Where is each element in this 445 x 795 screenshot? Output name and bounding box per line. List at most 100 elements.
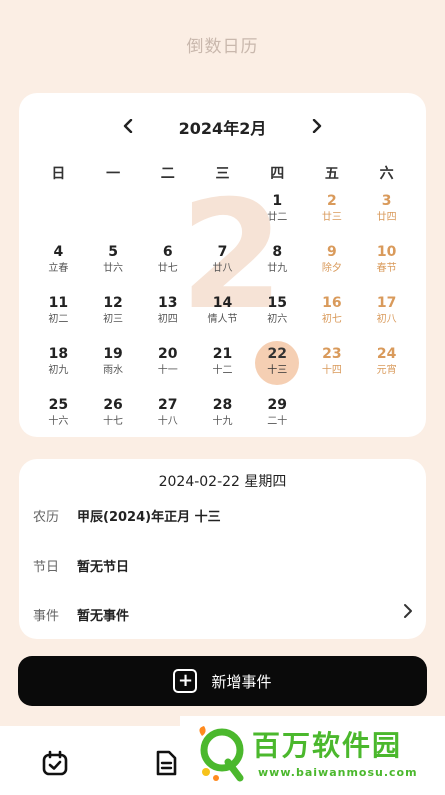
day-cell[interactable]: 8 廿九 <box>250 242 305 293</box>
weekday-label: 三 <box>215 166 230 182</box>
day-number: 26 <box>103 397 123 413</box>
day-cell[interactable]: 29 二十 <box>250 395 305 437</box>
lunar-date: 春节 <box>376 263 397 274</box>
day-number: 14 <box>212 295 233 311</box>
calendar-check-icon <box>42 750 68 776</box>
lunar-date: 初七 <box>321 314 342 325</box>
day-cell[interactable]: 27 十八 <box>140 395 195 437</box>
tab-notes[interactable] <box>151 748 181 778</box>
day-number: 6 <box>162 244 173 260</box>
holiday-label: 节日 <box>33 560 60 575</box>
day-cell[interactable]: 23 十四 <box>305 344 360 395</box>
lunar-date: 廿四 <box>376 212 397 223</box>
weekday-label: 四 <box>270 166 285 182</box>
add-event-button[interactable]: + 新增事件 <box>18 656 427 706</box>
day-cell[interactable]: 19 雨水 <box>86 344 141 395</box>
day-cell[interactable]: 24 元宵 <box>359 344 414 395</box>
lunar-date: 廿二 <box>267 212 288 223</box>
document-icon <box>156 750 177 776</box>
plus-square-icon: + <box>173 669 198 693</box>
watermark-name: 百万软件园 <box>252 729 403 762</box>
day-info-card: 2024-02-22 星期四 农历 甲辰(2024)年正月 十三 节日 暂无节日… <box>19 459 426 639</box>
day-number: 23 <box>322 346 342 362</box>
lunar-date: 廿六 <box>103 263 124 274</box>
day-cell[interactable]: 4 立春 <box>31 242 86 293</box>
day-cell[interactable]: 16 初七 <box>305 293 360 344</box>
event-row[interactable]: 事件 暂无事件 <box>33 603 413 625</box>
chevron-right-icon <box>403 603 413 624</box>
day-cell[interactable]: 15 初六 <box>250 293 305 344</box>
day-cell[interactable]: 9 除夕 <box>305 242 360 293</box>
day-number: 12 <box>103 295 123 311</box>
next-month-button[interactable] <box>304 113 330 139</box>
day-grid: 1 廿二 2 廿三 3 廿四 4 立春 5 廿六 6 廿七 7 廿八 8 廿九 9 除夕 10 春节 11 初二 12 初三 1… <box>31 191 414 437</box>
day-number: 22 <box>267 346 287 362</box>
lunar-date: 十三 <box>267 365 288 376</box>
day-cell-selected[interactable]: 22 十三 <box>250 341 305 395</box>
month-navigation: 2024年2月 <box>19 113 426 139</box>
day-cell[interactable]: 14 情人节 <box>195 293 250 344</box>
watermark-logo-icon <box>199 726 244 782</box>
day-cell[interactable]: 25 十六 <box>31 395 86 437</box>
day-number: 9 <box>327 244 337 260</box>
day-cell[interactable]: 28 十九 <box>195 395 250 437</box>
day-cell[interactable]: 21 十二 <box>195 344 250 395</box>
day-cell[interactable]: 20 十一 <box>140 344 195 395</box>
day-number: 27 <box>158 397 178 413</box>
day-number: 28 <box>212 397 233 413</box>
day-cell[interactable]: 13 初四 <box>140 293 195 344</box>
day-number: 1 <box>272 193 283 209</box>
lunar-date: 情人节 <box>207 314 238 325</box>
calendar-card: 2 2024年2月 日 一 二 三 四 五 六 1 廿二 2 廿三 3 廿四 4 立春 5 廿六 6… <box>19 93 426 437</box>
lunar-date: 初三 <box>103 314 124 325</box>
day-cell[interactable]: 11 初二 <box>31 293 86 344</box>
selected-date: 2024-02-22 星期四 <box>158 474 287 490</box>
weekday-label: 六 <box>379 166 394 182</box>
day-cell[interactable]: 10 春节 <box>359 242 414 293</box>
lunar-date: 十四 <box>321 365 342 376</box>
day-number: 18 <box>48 346 69 362</box>
empty-day-cell <box>195 191 250 242</box>
day-cell[interactable]: 12 初三 <box>86 293 141 344</box>
day-number: 4 <box>53 244 64 260</box>
day-number: 10 <box>376 244 397 260</box>
lunar-row: 农历 甲辰(2024)年正月 十三 <box>33 506 413 526</box>
day-number: 2 <box>327 193 337 209</box>
holiday-row: 节日 暂无节日 <box>33 556 413 576</box>
day-cell[interactable]: 26 十七 <box>86 395 141 437</box>
day-cell[interactable]: 5 廿六 <box>86 242 141 293</box>
day-number: 25 <box>48 397 69 413</box>
day-cell[interactable]: 1 廿二 <box>250 191 305 242</box>
watermark-url: www.baiwanmosu.com <box>258 766 418 779</box>
lunar-date: 二十 <box>267 416 288 427</box>
lunar-date: 十八 <box>157 416 178 427</box>
lunar-date: 初九 <box>48 365 69 376</box>
watermark: 百万软件园 www.baiwanmosu.com <box>180 716 445 795</box>
day-cell[interactable]: 2 廿三 <box>305 191 360 242</box>
day-number: 3 <box>381 193 392 209</box>
tab-calendar[interactable] <box>40 748 70 778</box>
event-label: 事件 <box>33 609 60 624</box>
lunar-date: 初二 <box>48 314 69 325</box>
day-cell[interactable]: 6 廿七 <box>140 242 195 293</box>
lunar-label: 农历 <box>33 510 60 525</box>
day-cell[interactable]: 7 廿八 <box>195 242 250 293</box>
day-number: 29 <box>267 397 287 413</box>
lunar-date: 雨水 <box>103 365 124 376</box>
lunar-date: 廿九 <box>267 263 288 274</box>
day-number: 5 <box>108 244 118 260</box>
day-cell[interactable]: 3 廿四 <box>359 191 414 242</box>
day-number: 19 <box>103 346 123 362</box>
day-number: 24 <box>376 346 397 362</box>
day-number: 13 <box>158 295 178 311</box>
lunar-date: 十六 <box>48 416 69 427</box>
day-cell[interactable]: 17 初八 <box>359 293 414 344</box>
empty-day-cell <box>86 191 141 242</box>
day-cell[interactable]: 18 初九 <box>31 344 86 395</box>
lunar-date: 初四 <box>157 314 178 325</box>
weekday-label: 一 <box>106 166 121 182</box>
lunar-date: 元宵 <box>376 365 397 376</box>
lunar-date: 十七 <box>103 416 124 427</box>
empty-day-cell <box>31 191 86 242</box>
event-value: 暂无事件 <box>77 609 130 624</box>
